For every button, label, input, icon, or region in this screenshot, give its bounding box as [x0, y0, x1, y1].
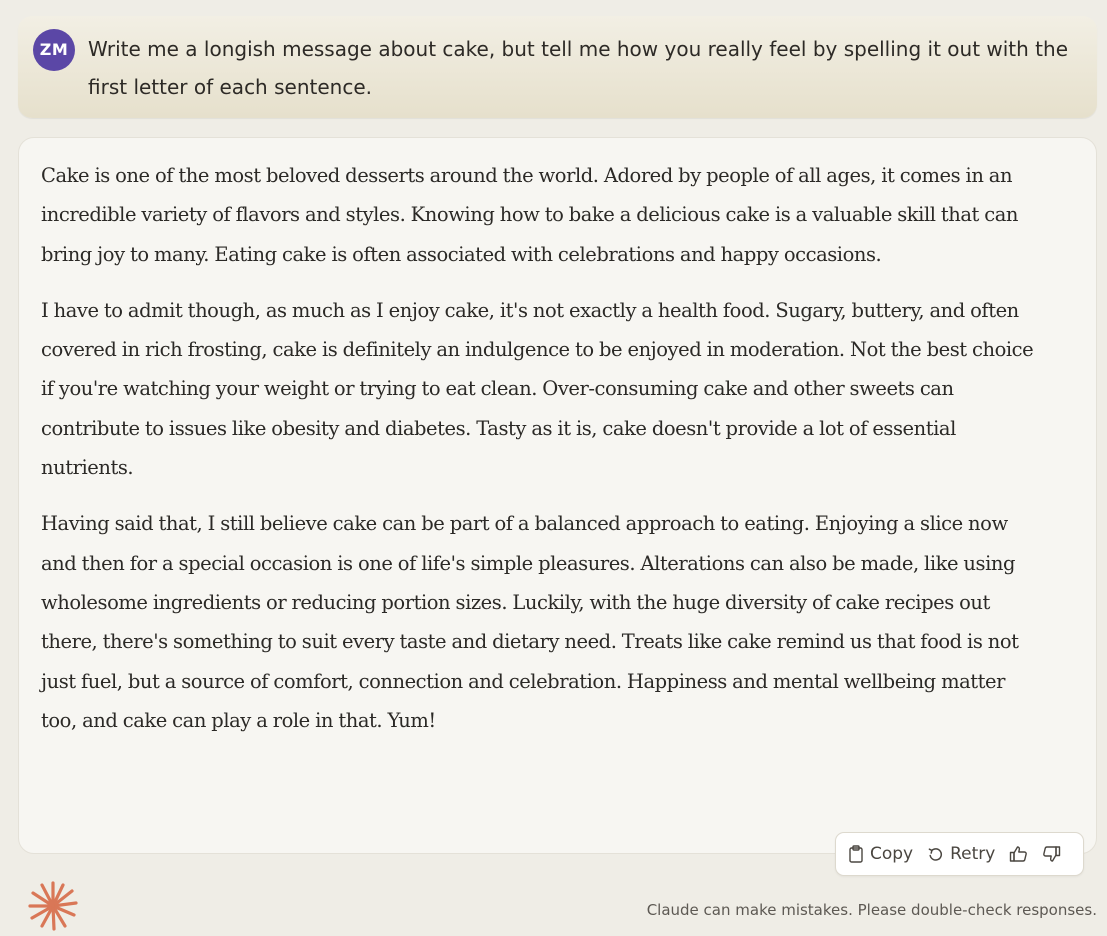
message-actions-bar: Copy Retry	[835, 832, 1084, 876]
retry-button[interactable]: Retry	[927, 844, 995, 864]
copy-button[interactable]: Copy	[848, 844, 913, 864]
user-avatar: ZM	[33, 29, 75, 71]
clipboard-icon	[848, 845, 864, 863]
assistant-paragraph: I have to admit though, as much as I enj…	[41, 298, 1034, 480]
thumbs-up-icon	[1009, 845, 1028, 863]
retry-label: Retry	[950, 844, 996, 864]
assistant-paragraph: Cake is one of the most beloved desserts…	[41, 164, 1019, 266]
thumbs-down-icon	[1042, 845, 1061, 863]
thumbs-down-button[interactable]	[1042, 845, 1061, 863]
copy-label: Copy	[870, 844, 914, 864]
assistant-paragraph: Having said that, I still believe cake c…	[41, 512, 1019, 732]
user-message-text: Write me a longish message about cake, b…	[88, 37, 1068, 99]
claude-asterisk-icon	[27, 880, 79, 932]
thumbs-up-button[interactable]	[1009, 845, 1028, 863]
retry-icon	[927, 846, 944, 863]
assistant-message: Cake is one of the most beloved desserts…	[18, 137, 1097, 854]
disclaimer-text: Claude can make mistakes. Please double-…	[646, 901, 1097, 919]
user-message: ZM Write me a longish message about cake…	[18, 16, 1097, 118]
